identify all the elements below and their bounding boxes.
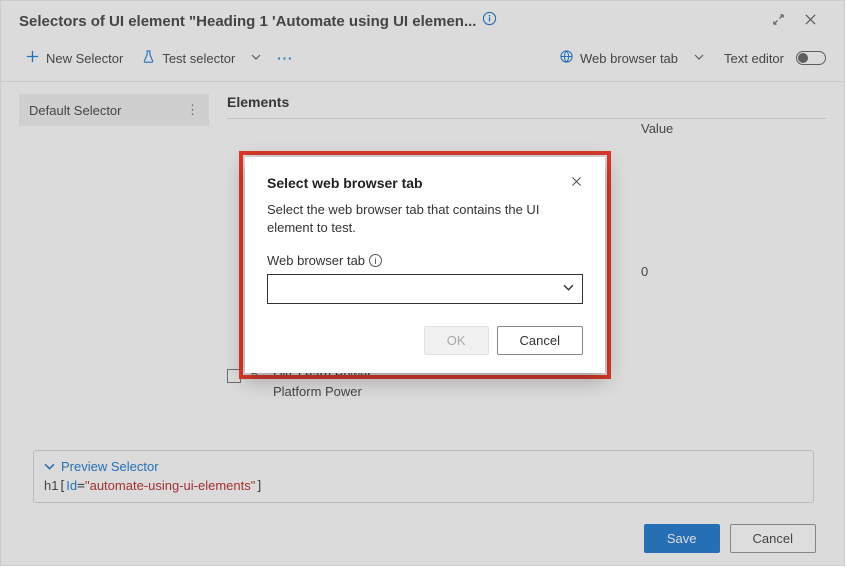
select-browser-tab-modal: Select web browser tab Select the web br… (239, 151, 611, 379)
selector-editor-window: Selectors of UI element "Heading 1 'Auto… (0, 0, 845, 566)
browser-tab-dropdown[interactable] (267, 274, 583, 304)
field-label: Web browser tab i (267, 253, 583, 268)
ok-button: OK (424, 326, 489, 355)
modal-cancel-button[interactable]: Cancel (497, 326, 583, 355)
chevron-down-icon (563, 282, 574, 296)
modal-description: Select the web browser tab that contains… (267, 201, 583, 237)
info-icon[interactable]: i (369, 254, 382, 267)
modal-title: Select web browser tab (267, 175, 423, 191)
close-icon[interactable] (570, 175, 583, 191)
